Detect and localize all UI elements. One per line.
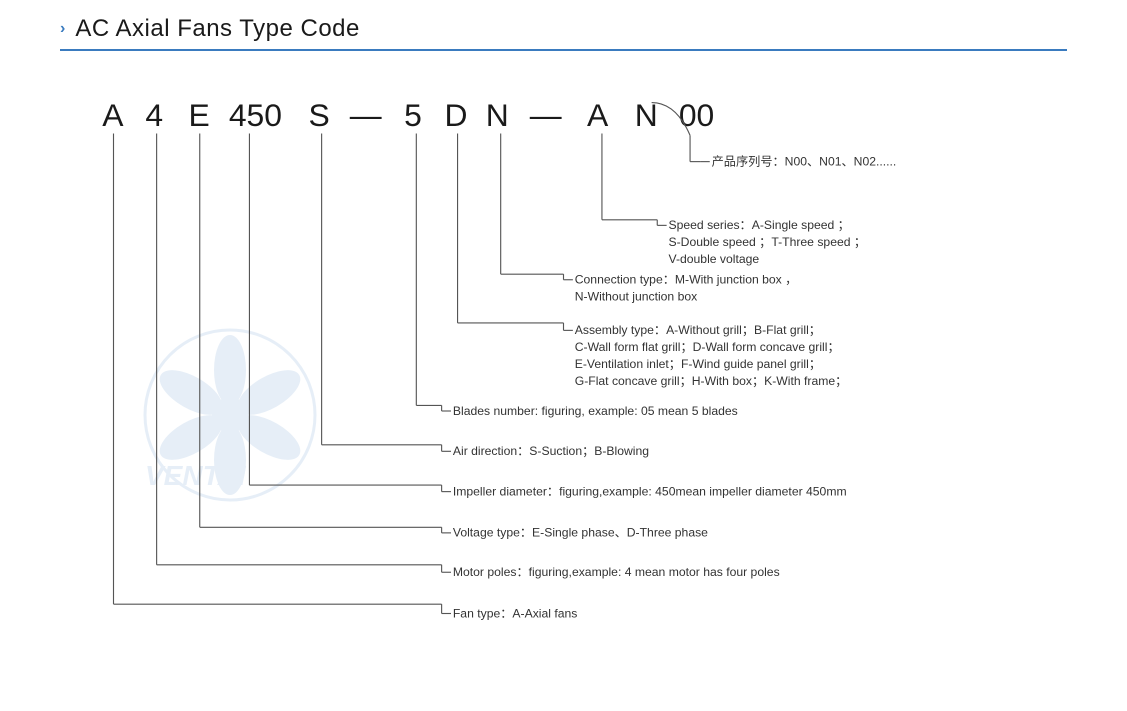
code-A2: A <box>587 97 609 133</box>
desc-product-series-label: 产品序列号：N00、N01、N02...... <box>712 153 897 168</box>
page-container: › AC Axial Fans Type Code <box>0 0 1127 711</box>
code-00: 00 <box>679 97 714 133</box>
code-E: E <box>189 97 210 133</box>
code-dash1: — <box>350 97 382 133</box>
desc-blades: Blades number: figuring, example: 05 mea… <box>453 403 738 417</box>
code-450: 450 <box>229 97 282 133</box>
desc-assembly-line2: C-Wall form flat grill；D-Wall form conca… <box>575 340 840 354</box>
desc-motor-poles: Motor poles：figuring,example: 4 mean mot… <box>453 565 780 579</box>
desc-connection-line2: N-Without junction box <box>575 289 697 303</box>
diagram-svg: A 4 E 450 S — 5 D N — A N 00 <box>60 51 1067 651</box>
desc-voltage: Voltage type：E-Single phase、D-Three phas… <box>453 525 708 539</box>
desc-assembly-line3: E-Ventilation inlet；F-Wind guide panel g… <box>575 356 821 370</box>
diagram-area: VENTAI A 4 E 450 S — 5 D N — <box>60 51 1067 651</box>
desc-assembly-line1: Assembly type：A-Without grill；B-Flat gri… <box>575 323 821 337</box>
desc-speed-series-line2: S-Double speed ；T-Three speed ； <box>669 235 867 249</box>
code-5: 5 <box>404 97 422 133</box>
chevron-icon: › <box>60 20 65 38</box>
code-dash2: — <box>530 97 562 133</box>
desc-speed-series-line1: Speed series：A-Single speed ； <box>669 218 850 232</box>
code-S: S <box>309 97 330 133</box>
page-title: AC Axial Fans Type Code <box>75 15 360 43</box>
code-D: D <box>444 97 467 133</box>
desc-impeller: Impeller diameter：figuring,example: 450m… <box>453 484 847 498</box>
title-area: › AC Axial Fans Type Code <box>60 15 1067 43</box>
code-A: A <box>102 97 124 133</box>
desc-connection-line1: Connection type：M-With junction box ， <box>575 272 798 286</box>
desc-assembly-line4: G-Flat concave grill；H-With box；K-With f… <box>575 373 848 387</box>
desc-fan-type: Fan type：A-Axial fans <box>453 606 577 620</box>
code-N: N <box>486 97 509 133</box>
desc-speed-series-line3: V-double voltage <box>669 251 760 265</box>
desc-air-direction: Air direction：S-Suction；B-Blowing <box>453 444 649 458</box>
code-4: 4 <box>145 97 163 133</box>
